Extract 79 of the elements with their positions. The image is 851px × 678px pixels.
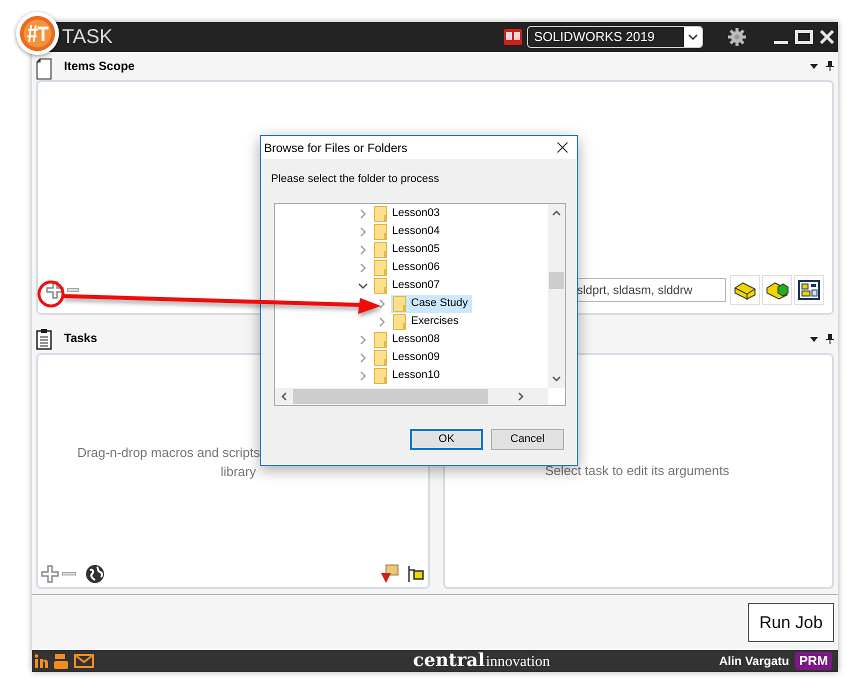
dialog-title: Browse for Files or Folders [264,140,408,156]
scroll-down-icon[interactable] [552,376,561,382]
brand-name: innovation [486,655,550,670]
vertical-scrollbar[interactable] [548,204,565,388]
add-icon[interactable] [46,281,64,299]
horizontal-scrollbar[interactable] [275,388,548,404]
dialog-prompt: Please select the folder to process [271,172,440,187]
part-icon [733,280,757,300]
folder-icon [374,206,388,222]
folder-item[interactable]: Lesson04 [372,222,444,240]
brand-name: central [413,652,485,670]
pin-icon[interactable] [826,334,834,344]
version-select[interactable]: SOLIDWORKS 2019 [527,26,703,48]
scroll-thumb[interactable] [549,272,564,288]
chevron-right-icon[interactable] [358,226,368,236]
drawing-button[interactable] [794,275,824,305]
folder-item[interactable]: Exercises [391,312,463,330]
app-title: TASK [62,27,113,47]
folder-icon [374,242,388,258]
close-icon[interactable] [557,142,568,153]
folder-item[interactable]: Lesson10 [372,366,444,384]
mail-icon[interactable] [74,654,94,668]
connector-icon[interactable] [407,565,425,583]
chevron-down-icon [688,34,698,40]
highlight-circle [38,280,64,308]
settings-icon[interactable] [727,27,747,47]
license-badge: PRM [795,652,832,670]
folder-icon [393,314,407,330]
app-badge-icon [503,27,523,47]
folder-item[interactable]: Lesson05 [372,240,444,258]
arguments-hint: Select task to edit its arguments [545,462,730,480]
add-icon[interactable] [41,565,59,583]
folder-icon [374,224,388,240]
maximize-icon[interactable] [795,30,813,44]
folder-icon [374,332,388,348]
scroll-right-icon[interactable] [518,392,524,400]
dialog-button[interactable]: Cancel [491,428,564,450]
part-button[interactable] [730,275,760,305]
chevron-right-icon[interactable] [358,370,368,380]
linkedin-icon[interactable] [34,654,48,668]
tasks-hint: library [220,463,256,481]
app-logo-icon [19,15,56,52]
assembly-icon [765,280,789,300]
folder-item[interactable]: Lesson03 [372,204,444,222]
globe-icon[interactable] [85,564,105,584]
folder-item[interactable]: Lesson06 [372,258,444,276]
dialog-button[interactable]: OK [410,428,483,450]
chevron-right-icon[interactable] [358,208,368,218]
folder-item[interactable]: Lesson08 [372,330,444,348]
folder-icon [393,296,407,312]
scroll-up-icon[interactable] [552,210,561,216]
chevron-right-icon[interactable] [358,334,368,344]
drawing-icon [798,280,820,300]
folder-icon [374,368,388,384]
dropdown-icon[interactable] [810,64,818,68]
chevron-right-icon[interactable] [377,316,387,326]
package-icon[interactable] [380,564,400,584]
chevron-right-icon[interactable] [358,352,368,362]
folder-icon [374,350,388,366]
folder-item[interactable]: Lesson07 [372,276,444,294]
folder-icon [374,278,388,294]
scroll-thumb[interactable] [293,388,488,404]
dropdown-icon[interactable] [810,337,818,342]
chevron-right-icon[interactable] [358,244,368,254]
pin-icon[interactable] [826,61,834,71]
user-name: Alin Vargatu [719,653,790,670]
folder-item[interactable]: Lesson09 [372,348,444,366]
assembly-button[interactable] [762,275,792,305]
scroll-left-icon[interactable] [281,392,287,400]
panel-title: Items Scope [64,58,135,75]
clipboard-icon [36,328,52,350]
folder-icon [374,260,388,276]
chevron-right-icon[interactable] [358,262,368,272]
panel-title: Tasks [64,330,98,347]
folder-item[interactable]: Case Study [391,294,472,312]
chevron-down-icon[interactable] [358,280,368,290]
tasks-hint: Drag-n-drop macros and scripts [77,444,260,462]
chevron-right-icon[interactable] [377,298,387,308]
run-job-button[interactable]: Run Job [748,603,834,642]
